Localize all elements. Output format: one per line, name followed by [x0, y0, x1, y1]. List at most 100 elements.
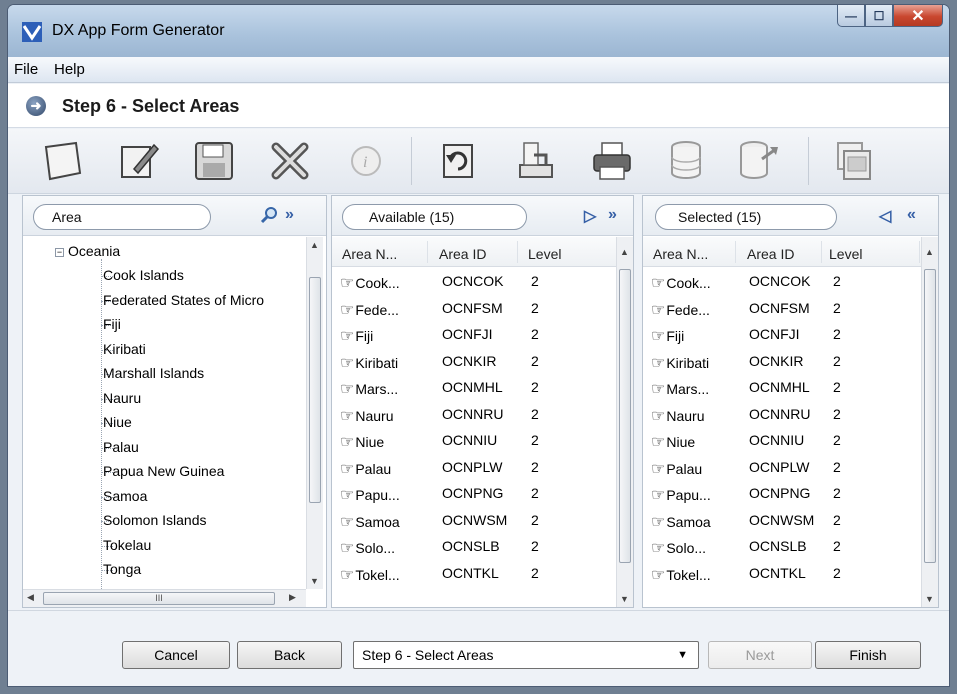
remove-all-icon[interactable]: «: [907, 206, 916, 224]
delete-icon[interactable]: [264, 135, 316, 187]
scroll-right-icon[interactable]: ▶: [289, 592, 296, 603]
tree-node[interactable]: Tonga: [103, 561, 141, 577]
tree-node[interactable]: Palau: [103, 439, 139, 455]
selected-pane: Selected (15) ◁ « Area N... Area ID Leve…: [642, 195, 939, 608]
table-row[interactable]: ☞Kiribati OCNKIR 2: [643, 349, 938, 373]
print-icon[interactable]: [586, 135, 638, 187]
table-row[interactable]: ☞Cook... OCNCOK 2: [332, 269, 633, 293]
table-row[interactable]: ☞Tokel... OCNTKL 2: [332, 561, 633, 585]
area-filter-field[interactable]: Area: [33, 204, 211, 230]
table-row[interactable]: ☞Nauru OCNNRU 2: [643, 402, 938, 426]
column-level[interactable]: Level: [528, 246, 561, 262]
table-row[interactable]: ☞Cook... OCNCOK 2: [643, 269, 938, 293]
new-form-icon[interactable]: [36, 135, 88, 187]
tree-horizontal-scrollbar[interactable]: ◀ III ▶: [23, 589, 306, 607]
table-row[interactable]: ☞Niue OCNNIU 2: [332, 428, 633, 452]
export-icon[interactable]: [510, 135, 562, 187]
scroll-up-icon[interactable]: ▲: [310, 240, 319, 250]
scroll-down-icon[interactable]: ▼: [925, 594, 934, 604]
menu-file[interactable]: File: [14, 61, 38, 78]
table-row[interactable]: ☞Solo... OCNSLB 2: [332, 534, 633, 558]
available-count: Available (15): [342, 204, 527, 230]
search-icon[interactable]: [260, 206, 278, 229]
save-icon[interactable]: [188, 135, 240, 187]
tree-node[interactable]: Federated States of Micro: [103, 292, 264, 308]
pointing-hand-icon: ☞: [340, 540, 355, 557]
scrollbar-thumb[interactable]: [309, 277, 321, 503]
cancel-button[interactable]: Cancel: [122, 641, 230, 669]
column-area-name[interactable]: Area N...: [653, 246, 708, 262]
tree-node-oceania[interactable]: − Oceania: [55, 243, 120, 259]
tree-node[interactable]: Papua New Guinea: [103, 463, 224, 479]
selected-scrollbar[interactable]: ▲ ▼: [921, 237, 938, 607]
page-title: Step 6 - Select Areas: [62, 96, 240, 116]
minimize-button[interactable]: —: [837, 5, 865, 27]
table-row[interactable]: ☞Fiji OCNFJI 2: [643, 322, 938, 346]
table-row[interactable]: ☞Fede... OCNFSM 2: [332, 296, 633, 320]
window-copy-icon[interactable]: [828, 135, 880, 187]
tree-node[interactable]: Fiji: [103, 316, 121, 332]
column-area-id[interactable]: Area ID: [439, 246, 486, 262]
tree-node[interactable]: Solomon Islands: [103, 512, 207, 528]
available-scrollbar[interactable]: ▲ ▼: [616, 237, 633, 607]
area-name-cell: ☞Samoa: [340, 512, 400, 532]
add-all-icon[interactable]: »: [608, 206, 617, 224]
tree-node[interactable]: Samoa: [103, 488, 147, 504]
column-area-id[interactable]: Area ID: [747, 246, 794, 262]
area-name-text: Tokel...: [666, 566, 711, 583]
tree-node[interactable]: Tokelau: [103, 537, 151, 553]
table-row[interactable]: ☞Tokel... OCNTKL 2: [643, 561, 938, 585]
scroll-down-icon[interactable]: ▼: [620, 594, 629, 604]
table-row[interactable]: ☞Niue OCNNIU 2: [643, 428, 938, 452]
table-row[interactable]: ☞Samoa OCNWSM 2: [332, 508, 633, 532]
remove-selected-icon[interactable]: ◁: [879, 206, 891, 226]
level-cell: 2: [531, 405, 539, 422]
column-area-name[interactable]: Area N...: [342, 246, 397, 262]
collapse-icon[interactable]: −: [55, 248, 64, 257]
column-level[interactable]: Level: [829, 246, 862, 262]
scrollbar-thumb[interactable]: [924, 269, 936, 563]
pointing-hand-icon: ☞: [340, 328, 355, 345]
table-row[interactable]: ☞Samoa OCNWSM 2: [643, 508, 938, 532]
table-row[interactable]: ☞Palau OCNPLW 2: [332, 455, 633, 479]
refresh-icon[interactable]: [432, 135, 484, 187]
close-button[interactable]: ✕: [893, 5, 943, 27]
edit-icon[interactable]: [112, 135, 164, 187]
tree-node[interactable]: Niue: [103, 414, 132, 430]
table-row[interactable]: ☞Mars... OCNMHL 2: [332, 375, 633, 399]
scroll-down-icon[interactable]: ▼: [310, 576, 319, 586]
table-row[interactable]: ☞Papu... OCNPNG 2: [332, 481, 633, 505]
chevron-down-icon[interactable]: ▼: [677, 642, 688, 668]
scrollbar-thumb[interactable]: III: [43, 592, 275, 605]
table-row[interactable]: ☞Mars... OCNMHL 2: [643, 375, 938, 399]
maximize-button[interactable]: ☐: [865, 5, 893, 27]
scroll-up-icon[interactable]: ▲: [925, 247, 934, 257]
table-row[interactable]: ☞Nauru OCNNRU 2: [332, 402, 633, 426]
table-row[interactable]: ☞Fede... OCNFSM 2: [643, 296, 938, 320]
tree-node[interactable]: Kiribati: [103, 341, 146, 357]
expand-all-icon[interactable]: »: [285, 206, 294, 224]
scrollbar-thumb[interactable]: [619, 269, 631, 563]
table-row[interactable]: ☞Solo... OCNSLB 2: [643, 534, 938, 558]
table-row[interactable]: ☞Fiji OCNFJI 2: [332, 322, 633, 346]
area-name-cell: ☞Fede...: [340, 300, 399, 320]
tree-node[interactable]: Nauru: [103, 390, 141, 406]
title-bar[interactable]: DX App Form Generator — ☐ ✕: [8, 5, 949, 57]
table-row[interactable]: ☞Kiribati OCNKIR 2: [332, 349, 633, 373]
tree-node[interactable]: Marshall Islands: [103, 365, 204, 381]
database-icon[interactable]: [662, 135, 714, 187]
area-id-cell: OCNPNG: [749, 485, 811, 501]
table-row[interactable]: ☞Palau OCNPLW 2: [643, 455, 938, 479]
scroll-up-icon[interactable]: ▲: [620, 247, 629, 257]
menu-help[interactable]: Help: [54, 61, 85, 78]
back-button[interactable]: Back: [237, 641, 342, 669]
tree-scrollbar[interactable]: ▲ ▼: [306, 237, 323, 589]
finish-button[interactable]: Finish: [815, 641, 921, 669]
tree-node[interactable]: Cook Islands: [103, 267, 184, 283]
scroll-left-icon[interactable]: ◀: [27, 592, 34, 603]
table-row[interactable]: ☞Papu... OCNPNG 2: [643, 481, 938, 505]
database-export-icon[interactable]: [732, 135, 784, 187]
step-select[interactable]: Step 6 - Select Areas ▼: [353, 641, 699, 669]
add-selected-icon[interactable]: ▷: [584, 206, 596, 226]
area-id-cell: OCNCOK: [749, 273, 811, 289]
